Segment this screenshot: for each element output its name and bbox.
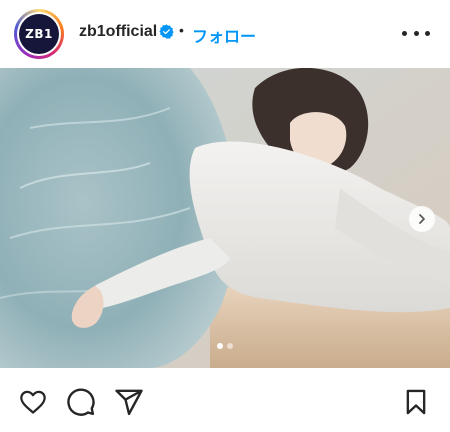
- paper-plane-icon: [115, 389, 143, 416]
- more-options-icon[interactable]: [402, 22, 430, 44]
- post-actions-bar: [0, 384, 450, 424]
- avatar-logo-text: ZB1: [25, 27, 53, 41]
- verified-badge-icon: [159, 24, 174, 39]
- post-header: ZB1 zb1official • フォロー: [0, 0, 450, 68]
- bookmark-icon: [406, 389, 426, 415]
- comment-button[interactable]: [63, 384, 99, 420]
- username-link[interactable]: zb1official: [79, 23, 157, 41]
- heart-icon: [20, 390, 46, 414]
- chevron-right-icon: [419, 214, 425, 224]
- avatar[interactable]: ZB1: [14, 9, 64, 59]
- separator-dot: •: [179, 22, 184, 38]
- follow-button[interactable]: フォロー: [192, 23, 256, 47]
- post-image: [0, 68, 450, 368]
- like-button[interactable]: [15, 384, 51, 420]
- post-photo[interactable]: [0, 68, 450, 368]
- carousel-dot: [227, 343, 233, 349]
- comment-icon: [67, 388, 95, 416]
- save-button[interactable]: [398, 384, 434, 420]
- carousel-indicator: [0, 343, 450, 349]
- carousel-next-button[interactable]: [409, 206, 435, 232]
- share-button[interactable]: [111, 384, 147, 420]
- carousel-dot: [217, 343, 223, 349]
